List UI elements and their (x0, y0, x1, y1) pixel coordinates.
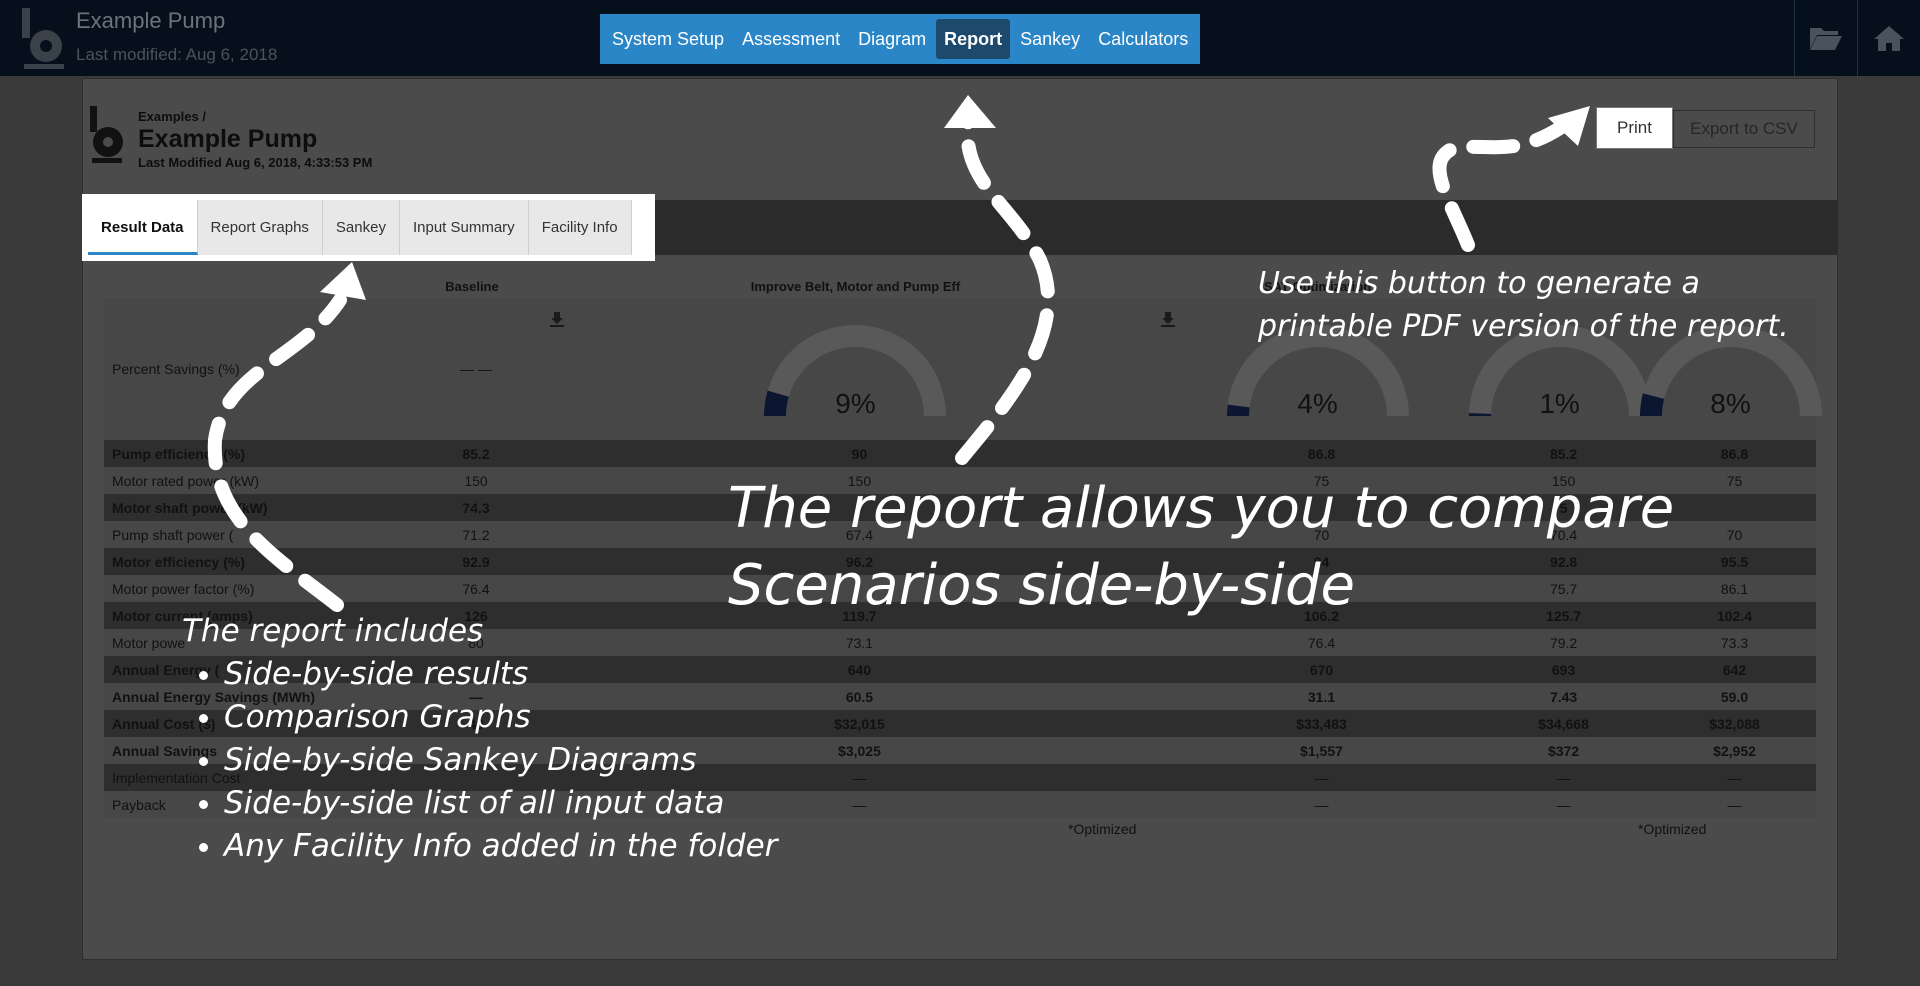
list-item: Side-by-side results (224, 653, 882, 696)
includes-title: The report includes (182, 613, 484, 649)
list-item: Comparison Graphs (224, 696, 882, 739)
arrowhead-tabs (320, 262, 366, 300)
print-annotation: Use this button to generate a printable … (1258, 266, 1789, 344)
compare-annotation: The report allows you to compare Scenari… (728, 470, 1828, 624)
includes-list: Side-by-side results Comparison Graphs S… (182, 653, 882, 868)
compare-annotation-line: Scenarios side-by-side (728, 553, 1355, 618)
includes-annotation: The report includes Side-by-side results… (182, 610, 882, 868)
compare-annotation-line: The report allows you to compare (728, 476, 1675, 541)
arrowhead-report (944, 95, 996, 128)
list-item: Side-by-side Sankey Diagrams (224, 739, 882, 782)
arrow-to-tabs (207, 293, 347, 612)
arrow-to-report-tab (955, 103, 1056, 465)
arrow-to-print-button (1432, 121, 1567, 252)
list-item: Side-by-side list of all input data (224, 782, 882, 825)
list-item: Any Facility Info added in the folder (224, 825, 882, 868)
